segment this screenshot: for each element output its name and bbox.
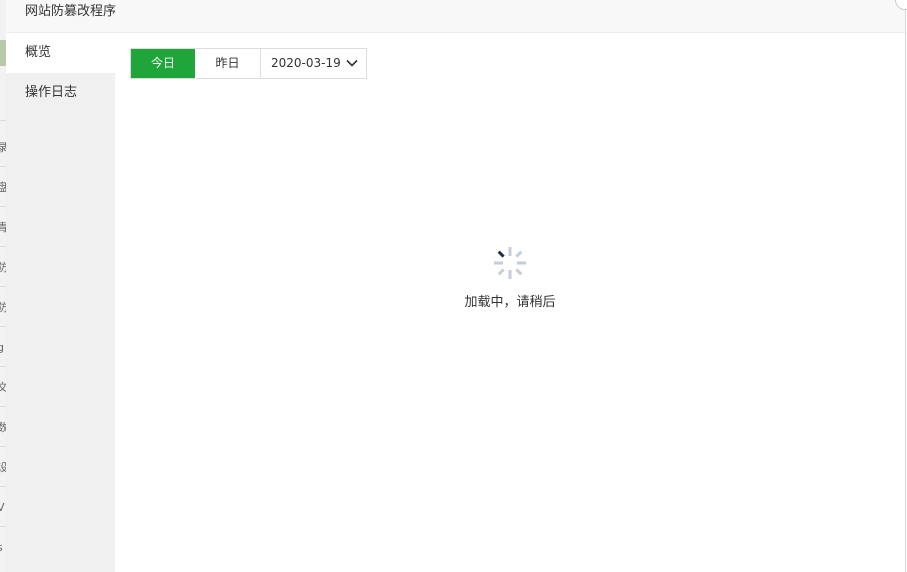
sidebar: 概览 操作日志 <box>6 33 115 572</box>
chevron-down-icon <box>346 59 358 67</box>
background-text: s <box>0 542 3 554</box>
background-text: g <box>0 342 4 354</box>
sidebar-item-overview[interactable]: 概览 <box>6 33 115 73</box>
yesterday-button[interactable]: 昨日 <box>195 49 261 78</box>
loading-spinner-icon <box>494 247 526 279</box>
loading-indicator: 加载中，请稍后 <box>115 245 905 310</box>
dialog-titlebar: 网站防篡改程序 <box>6 0 907 33</box>
day-switcher: 今日 昨日 2020-03-19 <box>130 48 367 79</box>
sidebar-item-operation-log[interactable]: 操作日志 <box>6 73 115 113</box>
today-button[interactable]: 今日 <box>131 49 195 78</box>
dialog-title: 网站防篡改程序 <box>25 4 117 19</box>
close-button[interactable] <box>895 0 907 10</box>
background-text: V <box>0 502 5 514</box>
date-select-value: 2020-03-19 <box>271 56 341 70</box>
main-content: 今日 昨日 2020-03-19 加载中，请稍后 <box>115 33 905 572</box>
sidebar-item-label: 操作日志 <box>25 85 78 100</box>
date-select[interactable]: 2020-03-19 <box>261 49 366 78</box>
tamper-protection-dialog: 网站防篡改程序 概览 操作日志 今日 昨日 2020-03-19 加载中，请稍后 <box>6 0 907 572</box>
sidebar-item-label: 概览 <box>25 45 52 60</box>
loading-text: 加载中，请稍后 <box>464 295 556 310</box>
